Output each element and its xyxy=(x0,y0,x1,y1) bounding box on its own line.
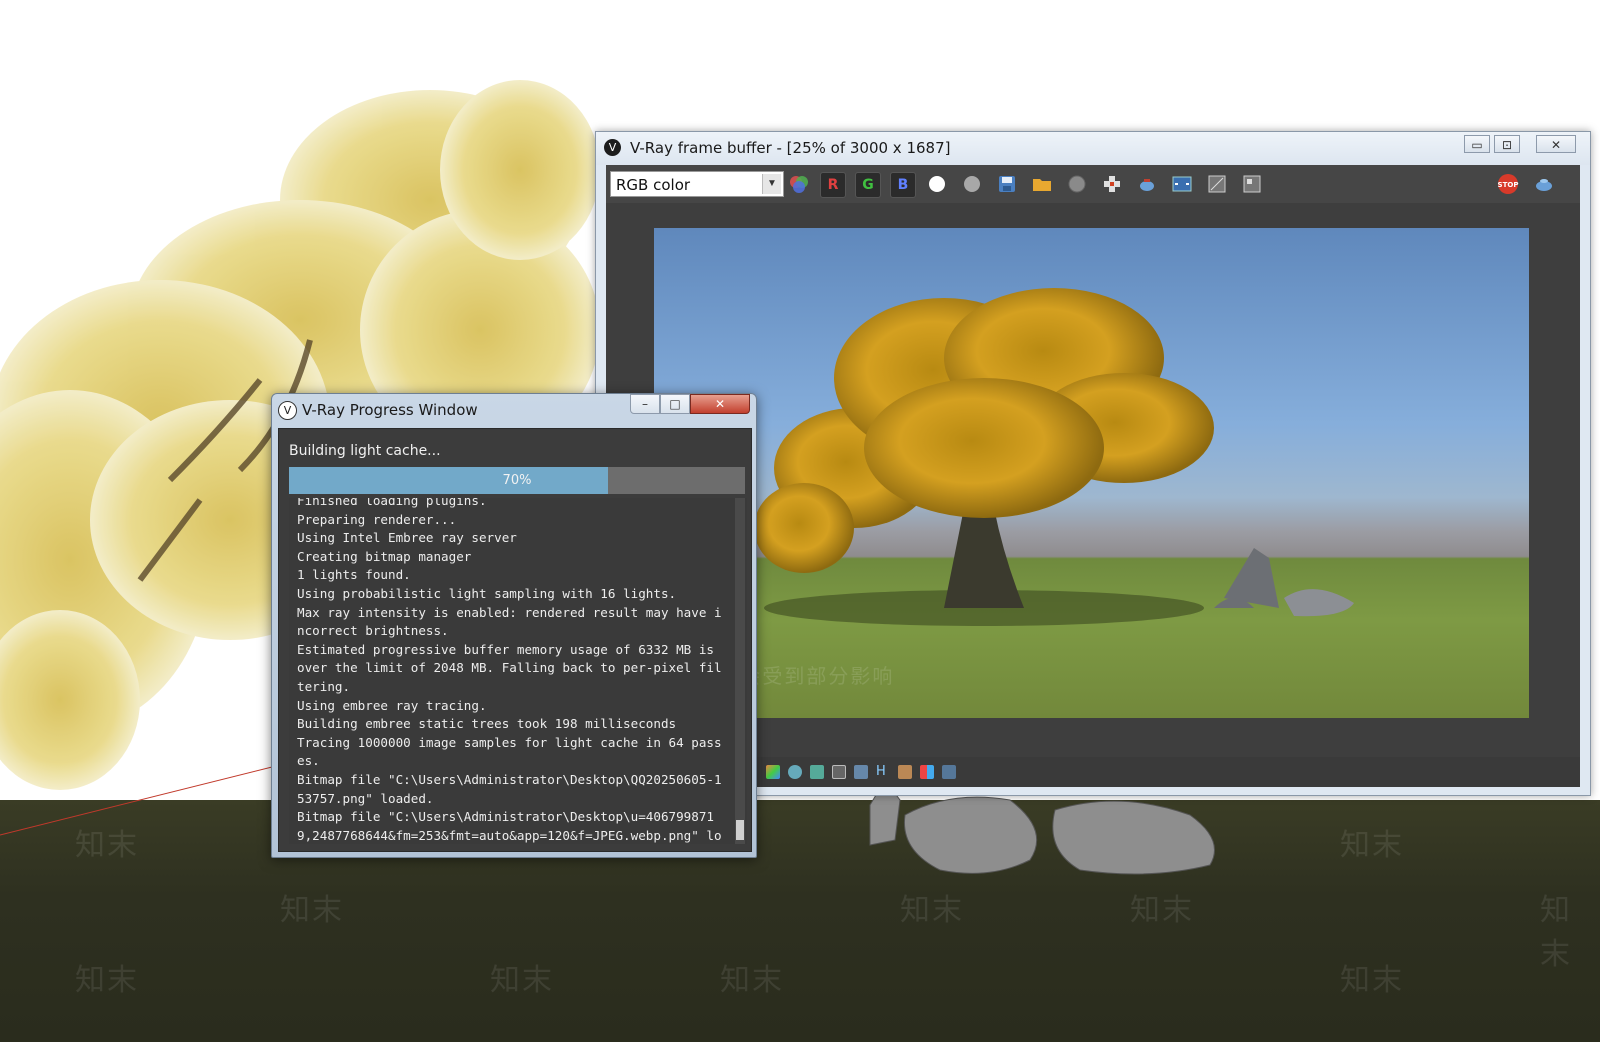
log-line: Bitmap file "C:\Users\Administrator\Desk… xyxy=(297,771,722,806)
lens-effects-icon[interactable] xyxy=(788,765,802,779)
display-icon[interactable] xyxy=(1205,172,1229,196)
progress-window: V V-Ray Progress Window – □ ✕ Building l… xyxy=(271,393,757,858)
channel-select[interactable]: RGB color ▼ xyxy=(610,171,784,197)
log-line: Tracing 1000000 image samples for light … xyxy=(297,734,722,769)
rendered-image xyxy=(654,228,1529,718)
log-line: Using Intel Embree ray server xyxy=(297,530,517,546)
close-button[interactable]: ✕ xyxy=(1536,135,1576,153)
progress-percent: 70% xyxy=(502,473,532,488)
blue-channel-button[interactable]: B xyxy=(890,172,916,198)
save-icon[interactable] xyxy=(995,172,1019,196)
log-list: Finished loading plugins. Preparing rende… xyxy=(297,498,727,844)
log-line: Preparing renderer... xyxy=(297,511,457,527)
maximize-button[interactable]: □ xyxy=(660,394,690,414)
close-button[interactable]: ✕ xyxy=(690,394,750,414)
compare-icon[interactable] xyxy=(1170,172,1194,196)
color-correction-icon[interactable] xyxy=(766,765,780,779)
stop-label: STOP xyxy=(1498,181,1519,189)
log-line: Max ray intensity is enabled: rendered r… xyxy=(297,604,722,639)
white-circle-icon[interactable] xyxy=(925,172,949,196)
green-channel-button[interactable]: G xyxy=(855,172,881,198)
log-panel[interactable]: Finished loading plugins. Preparing rende… xyxy=(289,498,747,844)
log-line: Estimated progressive buffer memory usag… xyxy=(297,641,722,694)
progress-bar: 70% xyxy=(289,467,745,494)
channel-value: RGB color xyxy=(616,176,691,194)
render-icon[interactable] xyxy=(1532,172,1556,196)
render-teapot-icon[interactable] xyxy=(1135,172,1159,196)
frame-buffer-titlebar[interactable]: V V-Ray frame buffer - [25% of 3000 x 16… xyxy=(596,132,1590,165)
lut-icon[interactable] xyxy=(1240,172,1264,196)
region-icon[interactable] xyxy=(1100,172,1124,196)
log-line: Bitmap file "C:\Users\Administrator\Desk… xyxy=(297,809,722,843)
log-line: Creating bitmap manager xyxy=(297,548,472,564)
red-channel-button[interactable]: R xyxy=(820,172,846,198)
vray-logo-icon: V xyxy=(604,139,621,156)
frame-buffer-toolbar: RGB color ▼ R G B STOP xyxy=(606,165,1580,203)
log-line: Using embree ray tracing. xyxy=(297,697,487,713)
progress-status: Building light cache... xyxy=(289,443,441,459)
compare-ab-icon[interactable] xyxy=(920,765,934,779)
rendered-tree-scene xyxy=(754,288,1354,626)
pixel-aspect-icon[interactable] xyxy=(898,765,912,779)
levels-icon[interactable] xyxy=(810,765,824,779)
vray-logo-icon: V xyxy=(278,401,297,420)
minimize-button[interactable]: – xyxy=(630,394,660,414)
minimize-button[interactable]: ▭ xyxy=(1464,135,1490,153)
log-line: Building embree static trees took 198 mi… xyxy=(297,716,677,732)
exposure-icon[interactable] xyxy=(854,765,868,779)
log-scrollbar-thumb[interactable] xyxy=(736,820,744,840)
log-scrollbar[interactable] xyxy=(735,498,745,844)
log-line: Using probabilistic light sampling with … xyxy=(297,585,677,601)
frame-buffer-title: V-Ray frame buffer - [25% of 3000 x 1687… xyxy=(630,139,951,157)
clear-icon[interactable] xyxy=(1065,172,1089,196)
folder-icon[interactable] xyxy=(1030,172,1054,196)
settings-icon[interactable] xyxy=(942,765,956,779)
curve-icon[interactable] xyxy=(832,765,846,779)
gray-circle-icon[interactable] xyxy=(960,172,984,196)
stop-icon[interactable]: STOP xyxy=(1496,172,1520,196)
history-icon[interactable]: H xyxy=(876,765,890,779)
chevron-down-icon[interactable]: ▼ xyxy=(762,174,781,194)
log-line: Finished loading plugins. xyxy=(297,498,487,508)
maximize-button[interactable]: ⊡ xyxy=(1494,135,1520,153)
progress-window-title: V-Ray Progress Window xyxy=(302,401,478,419)
log-line: 1 lights found. xyxy=(297,567,411,583)
progress-window-body: Building light cache... 70% Finished loa… xyxy=(278,428,752,852)
rgb-channels-icon[interactable] xyxy=(787,172,811,196)
